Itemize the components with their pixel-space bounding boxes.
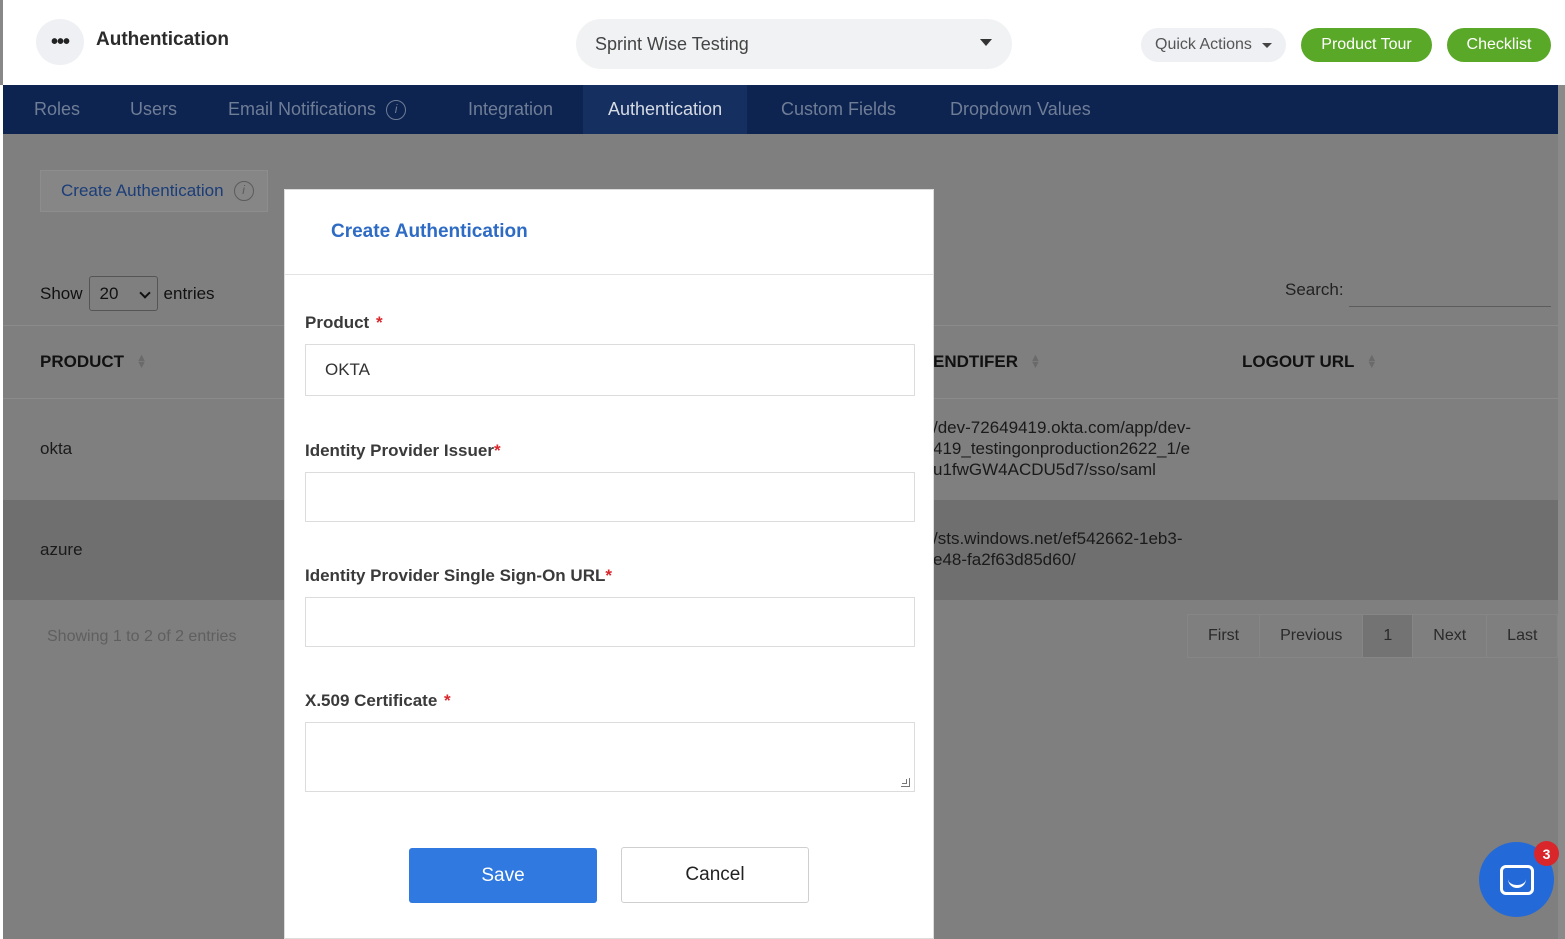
tab-integration[interactable]: Integration xyxy=(468,85,553,134)
tab-roles[interactable]: Roles xyxy=(34,85,80,134)
product-cell: azure xyxy=(40,540,83,559)
column-header-logout-url[interactable]: LOGOUT URL ▲ ▼ xyxy=(1242,352,1377,372)
tab-label: Users xyxy=(130,99,178,119)
entries-length: Show 20 entries xyxy=(40,276,215,311)
pagination-next[interactable]: Next xyxy=(1412,614,1488,658)
create-authentication-label: Create Authentication xyxy=(61,181,224,200)
issuer-label-text: Identity Provider Issuer xyxy=(305,441,494,460)
product-field[interactable]: OKTA xyxy=(305,344,915,396)
sso-url-label-text: Identity Provider Single Sign-On URL xyxy=(305,566,606,585)
url-line: /sts.windows.net/ef542662-1eb3- xyxy=(933,529,1183,548)
column-header-label: ENDTIFER xyxy=(933,352,1018,371)
sso-url-label: Identity Provider Single Sign-On URL* xyxy=(305,566,612,586)
quick-actions-label: Quick Actions xyxy=(1155,36,1252,53)
pagination-previous[interactable]: Previous xyxy=(1259,614,1364,658)
tab-label: Authentication xyxy=(608,99,723,119)
url-line: /dev-72649419.okta.com/app/dev- xyxy=(933,418,1192,437)
info-icon[interactable]: i xyxy=(233,181,254,201)
modal-header: Create Authentication xyxy=(285,190,933,275)
tab-label: Integration xyxy=(468,99,554,119)
tab-label: Email Notifications xyxy=(228,99,377,119)
resize-handle-icon[interactable] xyxy=(901,778,910,787)
sort-icon: ▲ ▼ xyxy=(1030,352,1041,371)
project-select-value: Sprint Wise Testing xyxy=(595,33,749,54)
certificate-label: X.509 Certificate * xyxy=(305,691,451,711)
column-header-label: PRODUCT xyxy=(40,352,125,371)
caret-down-icon xyxy=(980,39,992,46)
sort-icon: ▲ ▼ xyxy=(136,352,147,371)
settings-nav: Roles Users Email Notifications i Integra… xyxy=(3,85,1558,134)
required-marker: * xyxy=(444,691,451,710)
product-field-value: OKTA xyxy=(325,360,371,379)
chat-icon xyxy=(1499,864,1534,895)
tab-label: Custom Fields xyxy=(781,99,897,119)
tab-label: Dropdown Values xyxy=(950,99,1091,119)
url-line: e48-fa2f63d85d60/ xyxy=(933,550,1076,569)
ellipsis-icon: ••• xyxy=(50,30,70,53)
column-header-product[interactable]: PRODUCT ▲ ▼ xyxy=(40,352,147,372)
url-line: u1fwGW4ACDU5d7/sso/saml xyxy=(933,460,1156,479)
quick-actions-dropdown[interactable]: Quick Actions xyxy=(1141,28,1286,62)
pagination-first[interactable]: First xyxy=(1187,614,1261,658)
column-header-identifier[interactable]: ENDTIFER ▲ ▼ xyxy=(933,352,1041,372)
modal-title: Create Authentication xyxy=(331,221,528,242)
pagination-page[interactable]: 1 xyxy=(1362,614,1414,658)
column-header-label: LOGOUT URL xyxy=(1242,352,1355,371)
tab-users[interactable]: Users xyxy=(130,85,177,134)
sort-icon: ▲ ▼ xyxy=(1366,352,1378,371)
checklist-button[interactable]: Checklist xyxy=(1447,28,1551,62)
caret-down-icon xyxy=(1262,43,1272,48)
issuer-label: Identity Provider Issuer* xyxy=(305,441,501,461)
entries-select-value: 20 xyxy=(99,283,119,303)
url-cell: /dev-72649419.okta.com/app/dev- 419_test… xyxy=(933,417,1223,480)
create-authentication-button[interactable]: Create Authentication i xyxy=(40,170,268,212)
page-title: Authentication xyxy=(96,29,229,50)
project-select[interactable]: Sprint Wise Testing xyxy=(576,19,1012,69)
product-cell: okta xyxy=(40,439,73,458)
more-menu-button[interactable]: ••• xyxy=(36,19,84,65)
tab-label: Roles xyxy=(34,99,81,119)
search-input[interactable] xyxy=(1349,306,1551,307)
entries-select[interactable]: 20 xyxy=(88,276,158,311)
certificate-textarea[interactable] xyxy=(305,722,915,792)
pagination-last[interactable]: Last xyxy=(1486,614,1559,658)
table-info: Showing 1 to 2 of 2 entries xyxy=(47,628,237,645)
tab-custom-fields[interactable]: Custom Fields xyxy=(781,85,896,134)
info-icon[interactable]: i xyxy=(386,99,407,120)
top-header: ••• Authentication Sprint Wise Testing Q… xyxy=(0,0,1565,85)
certificate-label-text: X.509 Certificate xyxy=(305,691,438,710)
pagination: First Previous 1 Next Last xyxy=(1187,614,1559,658)
notification-badge: 3 xyxy=(1534,841,1559,866)
required-marker: * xyxy=(493,441,501,460)
show-label: Show xyxy=(40,283,83,303)
search-label: Search: xyxy=(1285,280,1344,299)
required-marker: * xyxy=(375,313,383,332)
sso-url-input[interactable] xyxy=(305,597,915,647)
entries-label: entries xyxy=(163,283,215,303)
url-cell: /sts.windows.net/ef542662-1eb3- e48-fa2f… xyxy=(933,528,1223,570)
product-label: Product * xyxy=(305,313,383,333)
required-marker: * xyxy=(605,566,612,585)
create-authentication-modal: Create Authentication Product * OKTA Ide… xyxy=(284,189,934,939)
product-label-text: Product xyxy=(305,313,370,332)
scrollbar[interactable] xyxy=(1558,85,1565,939)
tab-email-notifications[interactable]: Email Notifications i xyxy=(228,85,407,134)
cancel-button[interactable]: Cancel xyxy=(621,847,809,903)
tab-dropdown-values[interactable]: Dropdown Values xyxy=(950,85,1091,134)
tab-authentication[interactable]: Authentication xyxy=(583,85,748,134)
product-tour-button[interactable]: Product Tour xyxy=(1301,28,1432,62)
issuer-input[interactable] xyxy=(305,472,915,522)
save-button[interactable]: Save xyxy=(409,848,597,903)
url-line: 419_testingonproduction2622_1/e xyxy=(933,439,1191,458)
